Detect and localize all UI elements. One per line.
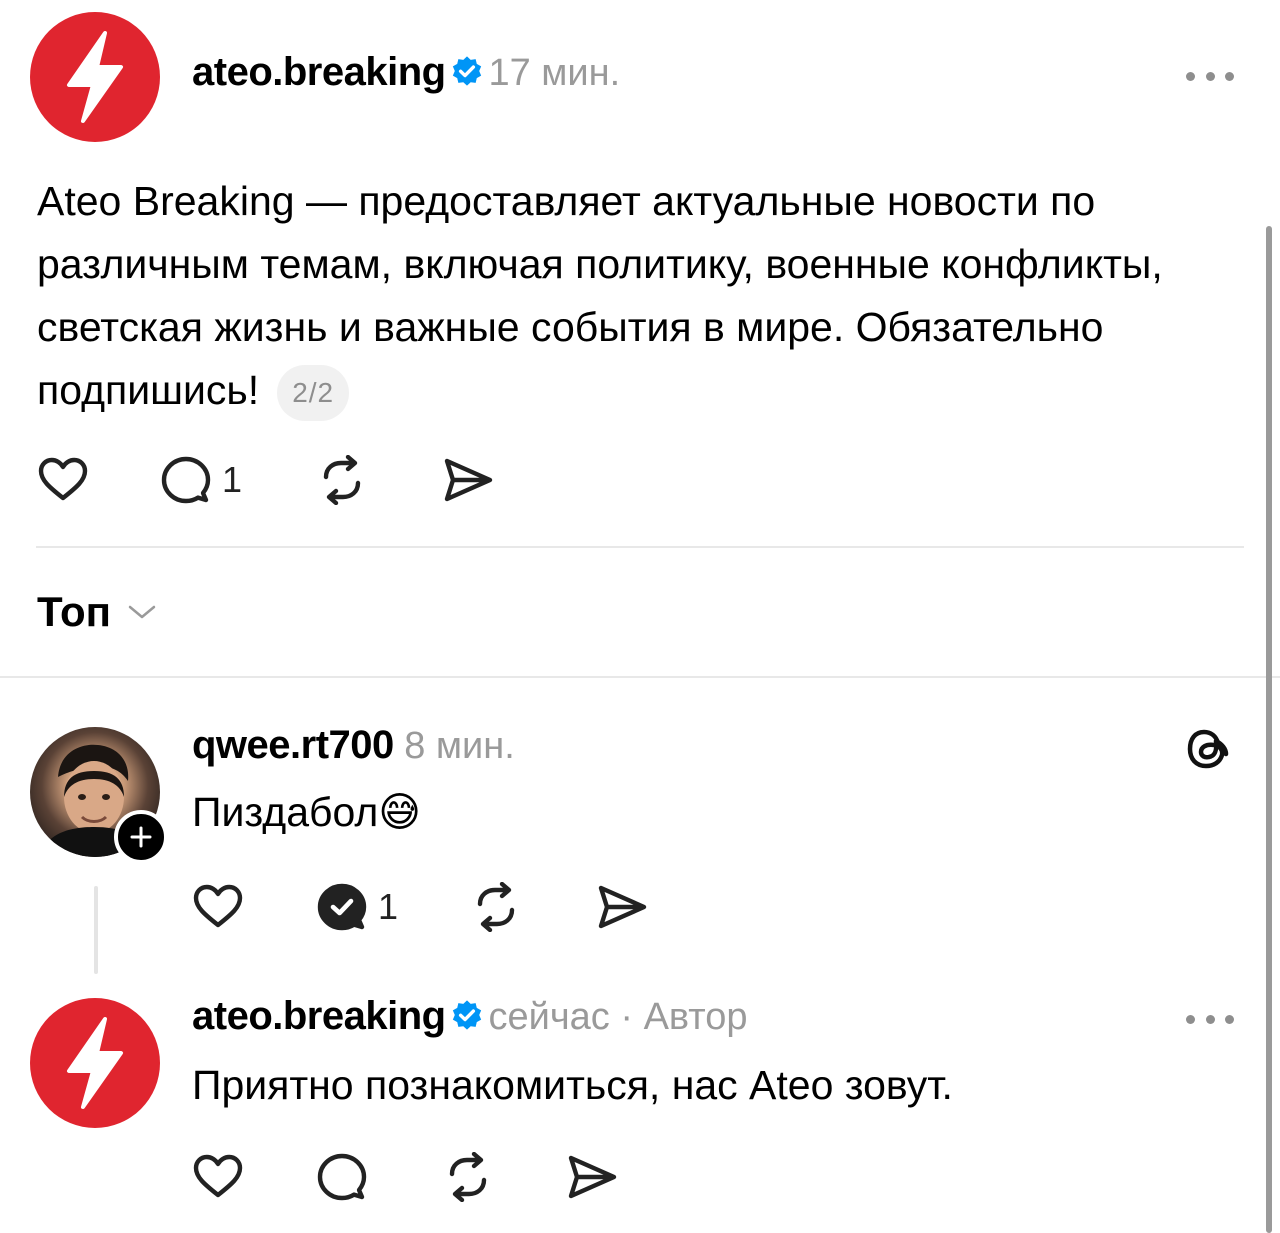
repost-icon: [477, 882, 515, 932]
reply-time: сейчас: [488, 996, 610, 1038]
username[interactable]: ateo.breaking: [192, 994, 446, 1038]
like-button[interactable]: [192, 882, 244, 930]
reply-text: Пиздабол😅: [192, 789, 422, 835]
post-header: ateo.breaking 17 мин.: [192, 50, 620, 95]
brand-avatar[interactable]: [30, 12, 160, 142]
author-tag: Автор: [643, 996, 748, 1038]
chevron-down-icon: [128, 605, 156, 619]
more-options-button[interactable]: [1186, 1012, 1234, 1026]
reply-header: ateo.breaking сейчас · Автор: [192, 994, 748, 1039]
like-button[interactable]: [37, 455, 89, 503]
replied-by-author-icon: [317, 883, 367, 931]
divider: [36, 546, 1244, 548]
heart-icon: [193, 884, 243, 928]
repost-icon: [449, 1152, 487, 1202]
verified-badge-icon: [452, 1000, 482, 1030]
username[interactable]: ateo.breaking: [192, 50, 446, 94]
send-icon: [444, 458, 493, 502]
username[interactable]: qwee.rt700: [192, 723, 394, 767]
comment-button[interactable]: 1: [160, 455, 242, 505]
divider: [0, 676, 1280, 678]
thread-pager: 2/2: [277, 365, 350, 421]
dot-icon: [1205, 71, 1215, 81]
thread-line: [94, 886, 98, 974]
dot-icon: [1186, 71, 1195, 81]
lightning-bolt-icon: [67, 31, 123, 123]
repost-icon: [323, 455, 361, 505]
threads-icon: [1187, 729, 1229, 769]
sort-label: Топ: [37, 588, 112, 635]
comment-bubble-icon: [317, 1153, 367, 1201]
send-icon: [568, 1155, 617, 1199]
reply-count: 1: [378, 886, 399, 927]
heart-icon: [38, 457, 88, 501]
follow-button[interactable]: [114, 810, 168, 864]
like-button[interactable]: [192, 1152, 244, 1200]
verified-badge-icon: [452, 56, 482, 86]
reply-text: Приятно познакомиться, нас Ateo зовут.: [192, 1062, 953, 1108]
repost-button[interactable]: [316, 455, 368, 505]
heart-icon: [193, 1154, 243, 1198]
comment-button[interactable]: 1: [316, 882, 398, 932]
dot-icon: [1205, 1014, 1215, 1024]
share-button[interactable]: [566, 1152, 618, 1202]
dot-icon: [1225, 71, 1234, 81]
repost-button[interactable]: [470, 882, 522, 932]
repost-button[interactable]: [442, 1152, 494, 1202]
brand-avatar[interactable]: [30, 998, 160, 1128]
dot-icon: [1186, 1014, 1195, 1024]
more-options-button[interactable]: [1186, 69, 1234, 83]
reply-time: 8 мин.: [404, 725, 515, 767]
post-time: 17 мин.: [488, 52, 621, 94]
reply-header: qwee.rt700 8 мин.: [192, 723, 515, 768]
reply-count: 1: [222, 459, 243, 500]
share-button[interactable]: [596, 882, 648, 932]
comment-bubble-icon: [161, 456, 211, 504]
scrollbar[interactable]: [1266, 226, 1272, 1233]
sort-dropdown[interactable]: Топ: [37, 588, 157, 636]
send-icon: [598, 885, 647, 929]
threads-logo[interactable]: [1184, 725, 1232, 778]
post-text: Ateo Breaking — предоставляет актуальные…: [37, 178, 1163, 413]
lightning-bolt-icon: [67, 1017, 123, 1109]
comment-button[interactable]: [316, 1152, 368, 1202]
meta-separator: ·: [609, 996, 644, 1038]
post-body: Ateo Breaking — предоставляет актуальные…: [37, 170, 1237, 422]
share-button[interactable]: [442, 455, 494, 505]
dot-icon: [1225, 1014, 1234, 1024]
plus-icon: [130, 826, 152, 848]
